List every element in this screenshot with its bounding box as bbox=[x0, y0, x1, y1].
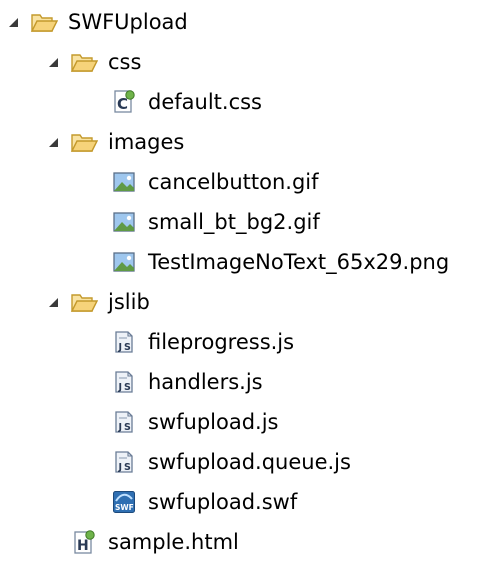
tree-node-label: sample.html bbox=[108, 530, 239, 554]
svg-text:S: S bbox=[124, 382, 131, 393]
tree-node-label: cancelbutton.gif bbox=[148, 170, 319, 194]
folder-open-icon bbox=[70, 48, 98, 76]
tree-node-label: default.css bbox=[148, 90, 262, 114]
svg-text:S: S bbox=[124, 342, 131, 353]
svg-text:J: J bbox=[118, 342, 123, 353]
css-file-icon: C bbox=[110, 88, 138, 116]
tree-node-swfupload-js[interactable]: J S swfupload.js bbox=[86, 402, 278, 442]
tree-node-label: swfupload.js bbox=[148, 410, 279, 434]
tree-node-jslib[interactable]: jslib bbox=[46, 282, 150, 322]
svg-text:SWF: SWF bbox=[115, 503, 134, 512]
image-file-icon bbox=[110, 248, 138, 276]
tree-node-label: jslib bbox=[108, 290, 150, 314]
js-file-icon: J S bbox=[110, 408, 138, 436]
js-file-icon: J S bbox=[110, 368, 138, 396]
folder-open-icon bbox=[70, 288, 98, 316]
svg-text:J: J bbox=[118, 462, 123, 473]
expand-arrow-icon[interactable] bbox=[6, 15, 20, 29]
svg-text:S: S bbox=[124, 462, 131, 473]
js-file-icon: J S bbox=[110, 328, 138, 356]
expand-arrow-icon[interactable] bbox=[46, 295, 60, 309]
project-tree: SWFUpload css C default.css images cance… bbox=[0, 0, 493, 555]
svg-text:H: H bbox=[77, 538, 89, 554]
js-file-icon: J S bbox=[110, 448, 138, 476]
tree-node-label: fileprogress.js bbox=[148, 330, 295, 354]
tree-node-swfupload[interactable]: SWFUpload bbox=[6, 2, 188, 42]
tree-node-cancelbutton-gif[interactable]: cancelbutton.gif bbox=[86, 162, 319, 202]
tree-node-fileprogress-js[interactable]: J S fileprogress.js bbox=[86, 322, 294, 362]
tree-node-label: small_bt_bg2.gif bbox=[148, 210, 320, 234]
svg-text:S: S bbox=[124, 422, 131, 433]
tree-node-css[interactable]: css bbox=[46, 42, 141, 82]
tree-node-label: css bbox=[108, 50, 142, 74]
expand-arrow-icon[interactable] bbox=[46, 55, 60, 69]
tree-node-label: SWFUpload bbox=[68, 10, 188, 34]
tree-node-label: images bbox=[108, 130, 185, 154]
tree-node-label: TestImageNoText_65x29.png bbox=[148, 250, 450, 274]
image-file-icon bbox=[110, 168, 138, 196]
tree-node-testimage-png[interactable]: TestImageNoText_65x29.png bbox=[86, 242, 449, 282]
tree-node-label: handlers.js bbox=[148, 370, 263, 394]
tree-node-images[interactable]: images bbox=[46, 122, 184, 162]
tree-node-swfupload-queue-js[interactable]: J S swfupload.queue.js bbox=[86, 442, 351, 482]
svg-text:J: J bbox=[118, 422, 123, 433]
svg-text:J: J bbox=[118, 382, 123, 393]
tree-node-handlers-js[interactable]: J S handlers.js bbox=[86, 362, 263, 402]
tree-node-label: swfupload.swf bbox=[148, 490, 298, 514]
html-file-icon: H bbox=[70, 528, 98, 556]
swf-file-icon: SWF bbox=[110, 488, 138, 516]
tree-node-small-bt-bg2-gif[interactable]: small_bt_bg2.gif bbox=[86, 202, 320, 242]
folder-open-icon bbox=[70, 128, 98, 156]
expand-arrow-icon[interactable] bbox=[46, 135, 60, 149]
tree-node-sample-html[interactable]: H sample.html bbox=[46, 522, 239, 562]
image-file-icon bbox=[110, 208, 138, 236]
tree-node-default-css[interactable]: C default.css bbox=[86, 82, 262, 122]
tree-node-label: swfupload.queue.js bbox=[148, 450, 351, 474]
tree-node-swfupload-swf[interactable]: SWF swfupload.swf bbox=[86, 482, 297, 522]
folder-open-icon bbox=[30, 8, 58, 36]
